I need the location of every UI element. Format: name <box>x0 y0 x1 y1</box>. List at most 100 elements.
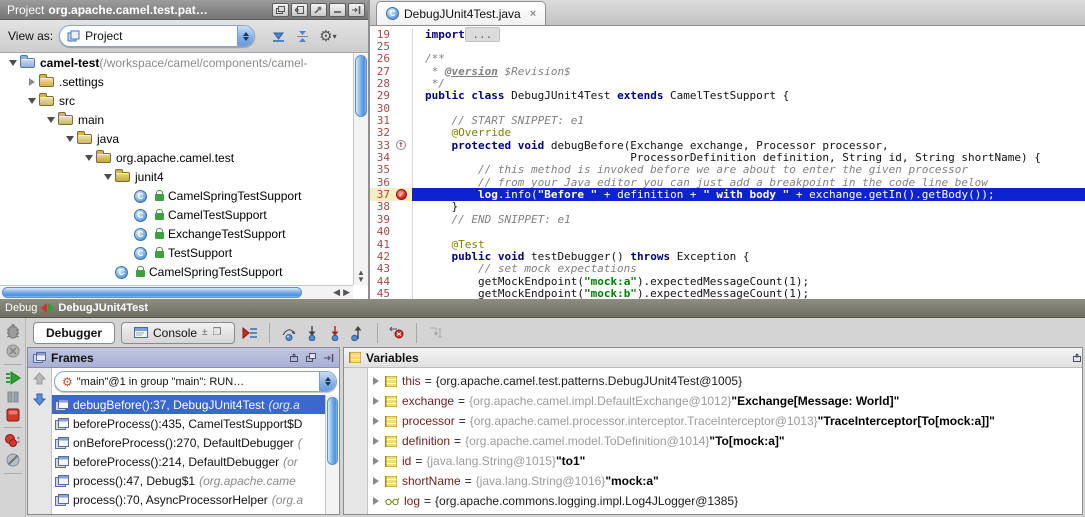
gutter[interactable]: 19 <box>370 28 412 40</box>
tree-vertical-thumb[interactable] <box>355 55 367 117</box>
float-window-icon[interactable] <box>272 3 289 17</box>
code-text[interactable]: * @version $Revision$ <box>412 65 1085 77</box>
code-line-25[interactable]: 25 <box>370 40 1085 52</box>
code-text[interactable]: // this method is invoked before we are … <box>412 164 1085 176</box>
editor-tab[interactable]: C DebugJUnit4Test.java × <box>376 1 546 25</box>
frame-row[interactable]: debugBefore():37, DebugJUnit4Test (org.a <box>52 395 339 414</box>
override-method-icon[interactable]: ↑ <box>393 139 409 151</box>
pause-icon[interactable] <box>6 390 20 404</box>
code-line-33[interactable]: 33↑ protected void debugBefore(Exchange … <box>370 139 1085 151</box>
gutter[interactable]: 40 <box>370 226 412 238</box>
step-over-icon[interactable] <box>281 325 297 341</box>
tab-close-icon[interactable]: × <box>530 8 536 20</box>
stop-icon[interactable] <box>6 408 20 422</box>
expand-icon[interactable] <box>373 477 379 485</box>
tree-item-camelspringtestsupport[interactable]: CCamelSpringTestSupport <box>0 186 368 205</box>
code-text[interactable]: import ... <box>412 28 1085 40</box>
code-editor[interactable]: 19import ... 2526/**27 * @version $Revis… <box>370 26 1085 299</box>
code-line-26[interactable]: 26/** <box>370 53 1085 65</box>
frames-scrollbar[interactable] <box>325 395 339 514</box>
code-text[interactable]: /** <box>412 53 1085 65</box>
code-line-41[interactable]: 41 @Test <box>370 238 1085 250</box>
view-as-stepper[interactable] <box>237 25 254 47</box>
variable-row-shortName[interactable]: shortName={java.lang.String@1016}"mock:a… <box>368 471 1082 491</box>
expand-icon[interactable] <box>373 457 379 465</box>
code-text[interactable]: @Override <box>412 127 1085 139</box>
code-line-31[interactable]: 31 // START SNIPPET: e1 <box>370 114 1085 126</box>
gutter[interactable]: 29 <box>370 90 412 102</box>
tree-item-exchangetestsupport[interactable]: CExchangeTestSupport <box>0 224 368 243</box>
gutter[interactable]: 27 <box>370 65 412 77</box>
tree-item-testsupport[interactable]: CTestSupport <box>0 243 368 262</box>
code-text[interactable]: @Test <box>412 238 1085 250</box>
gutter[interactable]: 42 <box>370 250 412 262</box>
variable-row-id[interactable]: id={java.lang.String@1015}"to1" <box>368 451 1082 471</box>
code-line-36[interactable]: 36 // from your Java editor you can just… <box>370 176 1085 188</box>
code-text[interactable]: // START SNIPPET: e1 <box>412 114 1085 126</box>
frame-down-icon[interactable] <box>33 393 46 406</box>
breakpoint-icon[interactable]: ✓ <box>393 188 409 200</box>
code-line-40[interactable]: 40 <box>370 226 1085 238</box>
tree-item--settings[interactable]: .settings <box>0 72 368 91</box>
code-text[interactable] <box>412 226 1085 238</box>
frame-row[interactable]: onBeforeProcess():270, DefaultDebugger ( <box>52 433 339 452</box>
tree-item-src[interactable]: src <box>0 91 368 110</box>
thread-stepper[interactable] <box>319 371 336 392</box>
thread-select[interactable]: ⚙ "main"@1 in group "main": RUN… <box>54 371 337 392</box>
stop-process-icon[interactable] <box>5 343 21 359</box>
gutter[interactable]: 32 <box>370 127 412 139</box>
tree-item-java[interactable]: java <box>0 129 368 148</box>
mute-breakpoints-icon[interactable] <box>5 452 21 468</box>
code-text[interactable]: getMockEndpoint("mock:a").expectedMessag… <box>412 275 1085 287</box>
tree-horizontal-thumb[interactable] <box>2 287 302 298</box>
drop-frame-icon[interactable] <box>389 325 405 341</box>
code-text[interactable]: // set mock expectations <box>412 263 1085 275</box>
gutter[interactable]: 28 <box>370 77 412 89</box>
show-execution-point-icon[interactable] <box>241 326 258 340</box>
gutter[interactable]: 38 <box>370 201 412 213</box>
gutter[interactable]: 31 <box>370 114 412 126</box>
frame-row[interactable]: process():47, Debug$1 (org.apache.came <box>52 471 339 490</box>
code-line-27[interactable]: 27 * @version $Revision$ <box>370 65 1085 77</box>
code-line-43[interactable]: 43 // set mock expectations <box>370 263 1085 275</box>
view-breakpoints-icon[interactable] <box>4 433 21 448</box>
code-text[interactable]: // from your Java editor you can just ad… <box>412 176 1085 188</box>
expand-icon[interactable] <box>373 497 379 505</box>
tree-vertical-scrollbar[interactable]: ▲▼ <box>353 53 368 285</box>
tree-item-org-apache-camel-test[interactable]: org.apache.camel.test <box>0 148 368 167</box>
tree-expand-icon[interactable] <box>6 60 19 66</box>
code-text[interactable]: ProcessorDefinition definition, String i… <box>412 151 1085 163</box>
gutter[interactable]: 30 <box>370 102 412 114</box>
tree-item-cameltestsupport[interactable]: CCamelTestSupport <box>0 205 368 224</box>
code-text[interactable]: public void testDebugger() throws Except… <box>412 250 1085 262</box>
code-text[interactable]: getMockEndpoint("mock:b").expectedMessag… <box>412 287 1085 299</box>
restore-panel-icon[interactable] <box>1072 353 1083 363</box>
tree-item-junit4[interactable]: junit4 <box>0 167 368 186</box>
tree-scroll-arrows[interactable]: ▲▼ <box>356 269 366 283</box>
step-into-icon[interactable] <box>304 325 320 341</box>
code-text[interactable]: log.info("Before " + definition + " with… <box>412 188 1085 200</box>
pin-tab-icon[interactable]: ± <box>202 327 208 338</box>
code-text[interactable]: protected void debugBefore(Exchange exch… <box>412 139 1085 151</box>
frame-row[interactable]: beforeProcess():214, DefaultDebugger (or <box>52 452 339 471</box>
collapse-all-icon[interactable] <box>295 30 310 43</box>
tree-expand-icon[interactable] <box>25 78 38 86</box>
gutter[interactable]: 45 <box>370 287 412 299</box>
rerun-debug-icon[interactable] <box>4 323 22 339</box>
dock-window-icon[interactable] <box>291 3 308 17</box>
code-line-45[interactable]: 45 getMockEndpoint("mock:b").expectedMes… <box>370 287 1085 299</box>
frame-up-icon[interactable] <box>33 372 46 385</box>
gutter[interactable]: 35 <box>370 164 412 176</box>
expand-icon[interactable] <box>373 397 379 405</box>
gutter[interactable]: 41 <box>370 238 412 250</box>
code-text[interactable]: public class DebugJUnit4Test extends Cam… <box>412 90 1085 102</box>
variable-row-log[interactable]: log={org.apache.commons.logging.impl.Log… <box>368 491 1082 511</box>
frame-row[interactable]: beforeProcess():435, CamelTestSupport$D <box>52 414 339 433</box>
code-line-37[interactable]: 37✓ log.info("Before " + definition + " … <box>370 188 1085 200</box>
gutter[interactable]: 25 <box>370 40 412 52</box>
frame-row[interactable]: process():70, AsyncProcessorHelper (org.… <box>52 490 339 509</box>
gutter[interactable]: 33↑ <box>370 139 412 151</box>
code-line-19[interactable]: 19import ... <box>370 28 1085 40</box>
code-line-34[interactable]: 34 ProcessorDefinition definition, Strin… <box>370 151 1085 163</box>
float-panel-icon[interactable] <box>306 353 317 363</box>
